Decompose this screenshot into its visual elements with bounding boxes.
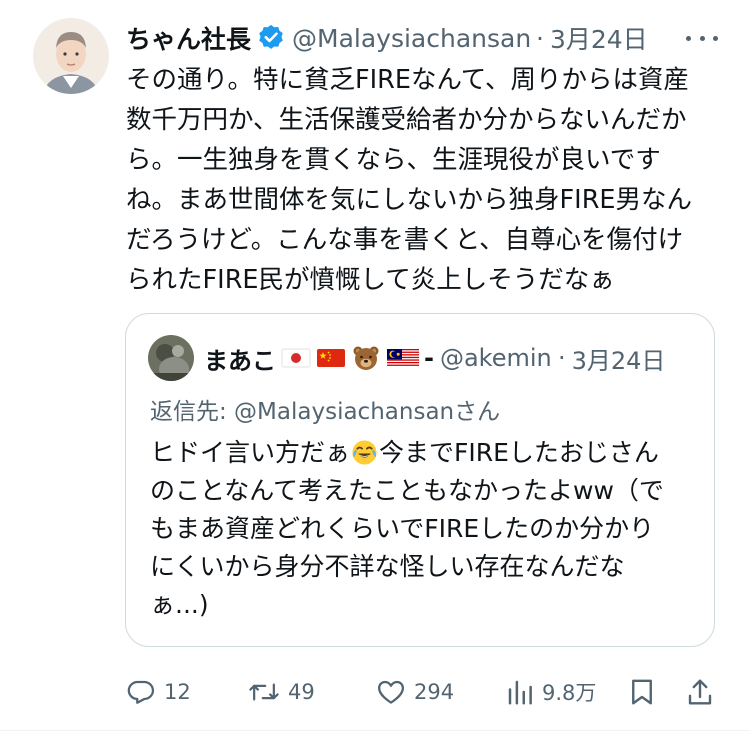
share-icon: [686, 677, 714, 707]
quoted-author-name: まあこ: [204, 346, 276, 375]
quoted-text-line: にくいから身分不詳な怪しい存在なんだな: [150, 552, 625, 581]
quoted-tweet-date: 3月24日: [571, 346, 666, 375]
tweet: ちゃん社長 @Malaysiachansan · 3月24日 その通り。特に貧乏…: [0, 0, 750, 733]
quoted-text-line: のことなんて考えたこともなかったよww（で: [150, 476, 664, 505]
repost-count: 49: [288, 680, 315, 704]
views-button[interactable]: 9.8万: [506, 672, 596, 712]
quoted-header-separator: ·: [557, 344, 566, 372]
author-handle[interactable]: @Malaysiachansan: [292, 24, 530, 53]
tweet-date[interactable]: 3月24日: [550, 20, 648, 56]
reply-icon: [126, 677, 156, 707]
verified-badge-icon: [256, 23, 286, 53]
repost-icon: [248, 677, 280, 707]
author-name[interactable]: ちゃん社長: [126, 20, 251, 56]
like-count: 294: [414, 680, 455, 704]
share-button[interactable]: [686, 672, 714, 712]
tweet-text-line: られたFIRE民が憤慨して炎上しそうだなぁ: [126, 265, 615, 295]
analytics-icon: [506, 677, 534, 707]
face-with-tears-of-joy-icon: [351, 439, 378, 466]
tweet-text-line: ら。一生独身を貫くなら、生涯現役が良いです: [126, 145, 661, 175]
author-avatar[interactable]: [33, 18, 109, 94]
quoted-tweet-header: まあこ - @akemin · 3月24日: [204, 338, 665, 378]
heart-icon: [376, 677, 406, 707]
tweet-text-line: その通り。特に貧乏FIREなんて、周りからは資産: [126, 65, 689, 95]
like-button[interactable]: 294: [376, 672, 454, 712]
more-options-icon[interactable]: [686, 28, 718, 48]
quoted-text-line: ヒドイ言い方だぁ 今までFIREしたおじさん: [150, 434, 695, 472]
header-separator: ·: [536, 23, 544, 53]
replying-to-label: 返信先: @Malaysiachansanさん: [150, 399, 501, 425]
tweet-text-line: 数千万円か、生活保護受給者か分からないんだか: [126, 105, 687, 135]
tweet-header: ちゃん社長 @Malaysiachansan · 3月24日: [126, 18, 726, 58]
tweet-text-line: ね。まあ世間体を気にしないから独身FIRE男なん: [126, 185, 693, 215]
tweet-text-line: だろうけど。こんな事を書くと、自尊心を傷付け: [126, 225, 684, 255]
quoted-text-line: もまあ資産どれくらいでFIREしたのか分かり: [150, 514, 655, 543]
bookmark-icon: [628, 677, 656, 707]
divider: [0, 730, 750, 731]
repost-button[interactable]: 49: [248, 672, 315, 712]
quoted-tweet-card[interactable]: まあこ - @akemin · 3月24日 返信先: @Malaysiachan…: [125, 313, 715, 647]
quoted-author-name-trailing: -: [424, 344, 434, 372]
tweet-text: その通り。特に貧乏FIREなんて、周りからは資産 数千万円か、生活保護受給者か分…: [126, 60, 726, 300]
reply-button[interactable]: 12: [126, 672, 191, 712]
flag-japan-icon: [281, 345, 311, 371]
quoted-tweet-text: ヒドイ言い方だぁ 今までFIREしたおじさん のことなんて考えたこともなかったよ…: [150, 434, 695, 624]
action-bar: 12 49 294 9.8万: [126, 672, 726, 712]
quoted-author-avatar: [148, 335, 194, 381]
flag-china-icon: [316, 345, 346, 371]
quoted-author-handle: @akemin: [439, 344, 552, 372]
quoted-text-segment: 今までFIREしたおじさん: [379, 438, 659, 467]
reply-count: 12: [164, 680, 191, 704]
flag-malaysia-icon: [386, 345, 420, 371]
quoted-text-segment: ヒドイ言い方だぁ: [150, 438, 351, 467]
views-count: 9.8万: [542, 681, 597, 705]
bookmark-button[interactable]: [628, 672, 656, 712]
bear-face-icon: [351, 345, 381, 371]
quoted-text-line: ぁ...): [150, 590, 209, 619]
